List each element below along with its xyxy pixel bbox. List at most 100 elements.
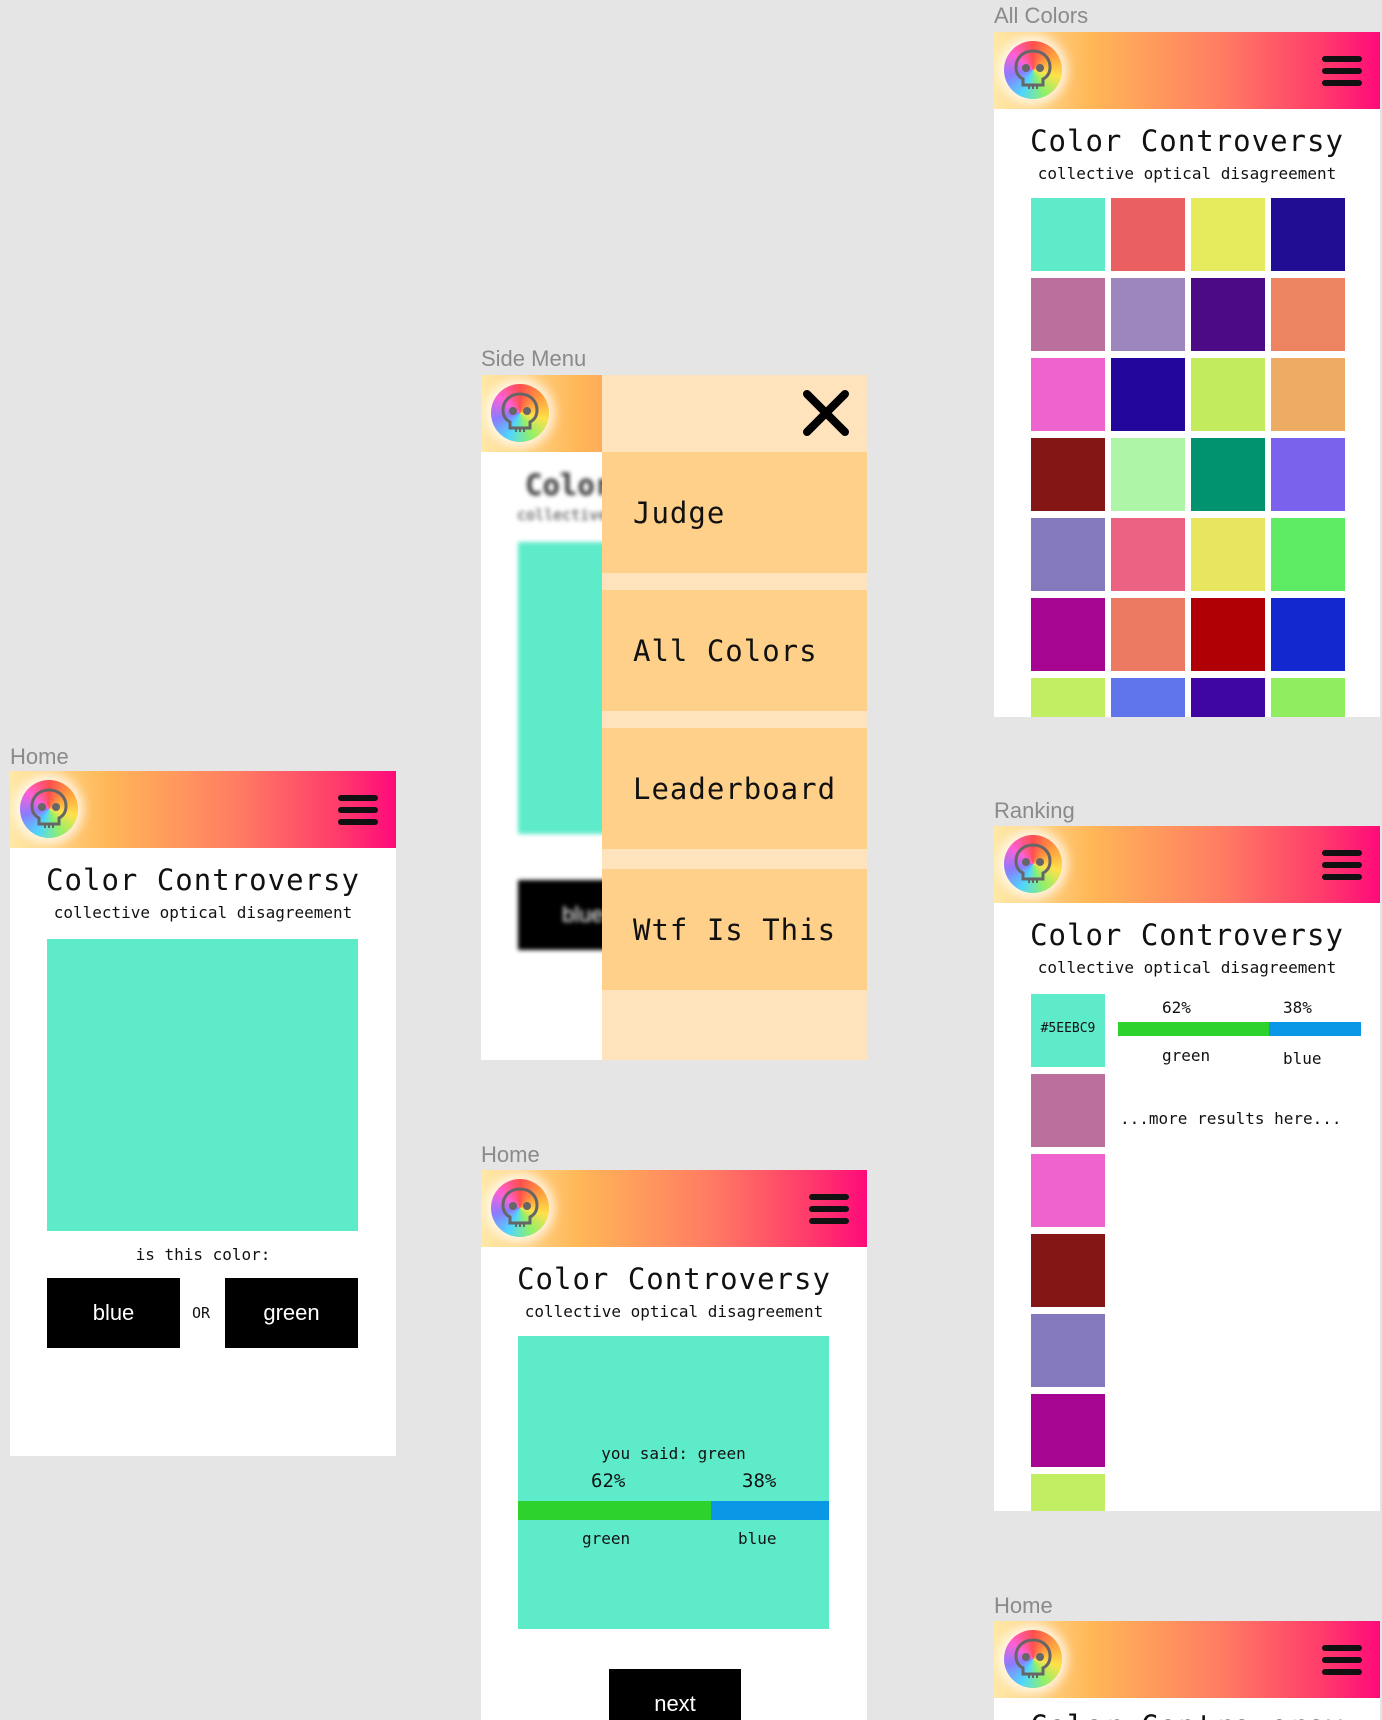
skull-logo-icon[interactable] xyxy=(1004,41,1062,99)
blurred-background: Color collective blue xyxy=(481,452,612,1060)
color-swatch-tile[interactable] xyxy=(1271,678,1345,717)
ranking-swatch[interactable] xyxy=(1031,1474,1105,1511)
blue-button[interactable]: blue xyxy=(47,1278,180,1348)
blue-percent: 38% xyxy=(742,1470,777,1492)
green-label: green xyxy=(582,1529,631,1548)
blurred-button: blue xyxy=(518,880,608,950)
hamburger-menu-icon[interactable] xyxy=(338,795,378,827)
ranking-blue-bar xyxy=(1269,1022,1361,1036)
page-subtitle: collective optical disagreement xyxy=(53,903,353,922)
app-header xyxy=(994,826,1380,903)
color-swatch-tile[interactable] xyxy=(1031,278,1105,351)
more-results-text: ...more results here... xyxy=(1120,1109,1342,1128)
green-button[interactable]: green xyxy=(225,1278,358,1348)
next-button[interactable]: next xyxy=(609,1669,741,1720)
color-swatch-tile[interactable] xyxy=(1111,438,1185,511)
page-title: Color Controversy xyxy=(1030,124,1344,158)
color-swatch-tile[interactable] xyxy=(1191,278,1265,351)
blurred-button-label: blue xyxy=(562,902,604,927)
color-swatch-tile[interactable] xyxy=(1191,438,1265,511)
color-swatch-tile[interactable] xyxy=(1191,198,1265,271)
color-swatch xyxy=(47,939,358,1231)
color-swatch-tile[interactable] xyxy=(1111,198,1185,271)
result-swatch: you said: green 62% 38% green blue xyxy=(518,1336,829,1629)
menu-item-leaderboard[interactable]: Leaderboard xyxy=(602,728,867,849)
ranking-swatch[interactable] xyxy=(1031,1394,1105,1467)
or-text: OR xyxy=(192,1304,211,1322)
ranking-list xyxy=(1031,994,1105,1511)
color-swatch-tile[interactable] xyxy=(1271,278,1345,351)
skull-logo-icon[interactable] xyxy=(1004,1630,1062,1688)
page-title: Color Controversy xyxy=(46,863,360,897)
color-swatch-tile[interactable] xyxy=(1031,678,1105,717)
page-subtitle: collective optical disagreement xyxy=(1037,958,1337,977)
color-swatch-tile[interactable] xyxy=(1191,598,1265,671)
app-header xyxy=(481,1170,867,1247)
ranking-green-percent: 62% xyxy=(1162,998,1191,1017)
color-swatch-tile[interactable] xyxy=(1031,598,1105,671)
skull-logo-icon[interactable] xyxy=(491,1179,549,1237)
frame-label-ranking: Ranking xyxy=(994,798,1075,823)
hamburger-menu-icon[interactable] xyxy=(1322,1645,1362,1677)
ranking-swatch[interactable] xyxy=(1031,1154,1105,1227)
page-subtitle: collective optical disagreement xyxy=(524,1302,824,1321)
frame-label-all-colors: All Colors xyxy=(994,3,1089,28)
color-swatch-tile[interactable] xyxy=(1271,198,1345,271)
app-header xyxy=(994,32,1380,109)
color-swatch-tile[interactable] xyxy=(1191,358,1265,431)
hamburger-menu-icon[interactable] xyxy=(809,1194,849,1226)
color-swatch-tile[interactable] xyxy=(1031,518,1105,591)
side-menu-panel: Judge All Colors Leaderboard Wtf Is This xyxy=(602,375,867,1060)
ranking-green-bar xyxy=(1118,1022,1269,1036)
color-swatch-tile[interactable] xyxy=(1271,518,1345,591)
question-text: is this color: xyxy=(135,1245,271,1264)
skull-logo-icon[interactable] xyxy=(20,780,78,838)
color-swatch-tile[interactable] xyxy=(1191,678,1265,717)
page-title: Color Controversy xyxy=(1030,918,1344,952)
color-swatch-tile[interactable] xyxy=(1191,518,1265,591)
color-swatch-tile[interactable] xyxy=(1111,358,1185,431)
hamburger-menu-icon[interactable] xyxy=(1322,56,1362,88)
ranking-blue-label: blue xyxy=(1283,1049,1322,1068)
close-x-icon[interactable] xyxy=(801,388,851,438)
ranking-green-label: green xyxy=(1162,1046,1211,1065)
menu-item-judge[interactable]: Judge xyxy=(602,452,867,573)
blue-label: blue xyxy=(738,1529,777,1548)
green-percent: 62% xyxy=(591,1470,626,1492)
frame-label-home: Home xyxy=(10,744,69,769)
frame-home-result: Color Controversy collective optical dis… xyxy=(481,1170,867,1720)
page-subtitle: collective optical disagreement xyxy=(1037,164,1337,183)
color-swatch-tile[interactable] xyxy=(1111,278,1185,351)
color-grid xyxy=(1031,198,1345,717)
app-header xyxy=(10,771,396,848)
color-swatch-tile[interactable] xyxy=(1271,438,1345,511)
ranking-swatch[interactable] xyxy=(1031,1074,1105,1147)
ranking-blue-percent: 38% xyxy=(1283,998,1312,1017)
frame-side-menu: Color collective blue Judge All Colors L… xyxy=(481,375,867,1060)
green-vote-bar xyxy=(518,1501,711,1520)
first-hex-label: #5EEBC9 xyxy=(1040,1021,1096,1036)
frame-label-home-result: Home xyxy=(481,1142,540,1167)
skull-logo-icon[interactable] xyxy=(1004,835,1062,893)
menu-item-all-colors[interactable]: All Colors xyxy=(602,590,867,711)
color-swatch-tile[interactable] xyxy=(1111,678,1185,717)
blurred-title: Color xyxy=(525,468,613,502)
menu-item-wtf-is-this[interactable]: Wtf Is This xyxy=(602,869,867,990)
color-swatch-tile[interactable] xyxy=(1031,198,1105,271)
color-swatch-tile[interactable] xyxy=(1271,598,1345,671)
ranking-swatch[interactable] xyxy=(1031,1234,1105,1307)
blue-vote-bar xyxy=(711,1501,829,1520)
color-swatch-tile[interactable] xyxy=(1111,518,1185,591)
color-swatch-tile[interactable] xyxy=(1031,438,1105,511)
color-swatch-tile[interactable] xyxy=(1271,358,1345,431)
blurred-swatch xyxy=(518,542,608,834)
frame-home-bottom: Color Controversy xyxy=(994,1621,1380,1720)
skull-logo-icon[interactable] xyxy=(491,384,549,442)
color-swatch-tile[interactable] xyxy=(1111,598,1185,671)
blurred-subtitle: collective xyxy=(517,506,608,524)
frame-ranking: Color Controversy collective optical dis… xyxy=(994,826,1380,1511)
ranking-swatch[interactable] xyxy=(1031,1314,1105,1387)
page-title: Color Controversy xyxy=(517,1262,831,1296)
hamburger-menu-icon[interactable] xyxy=(1322,850,1362,882)
color-swatch-tile[interactable] xyxy=(1031,358,1105,431)
